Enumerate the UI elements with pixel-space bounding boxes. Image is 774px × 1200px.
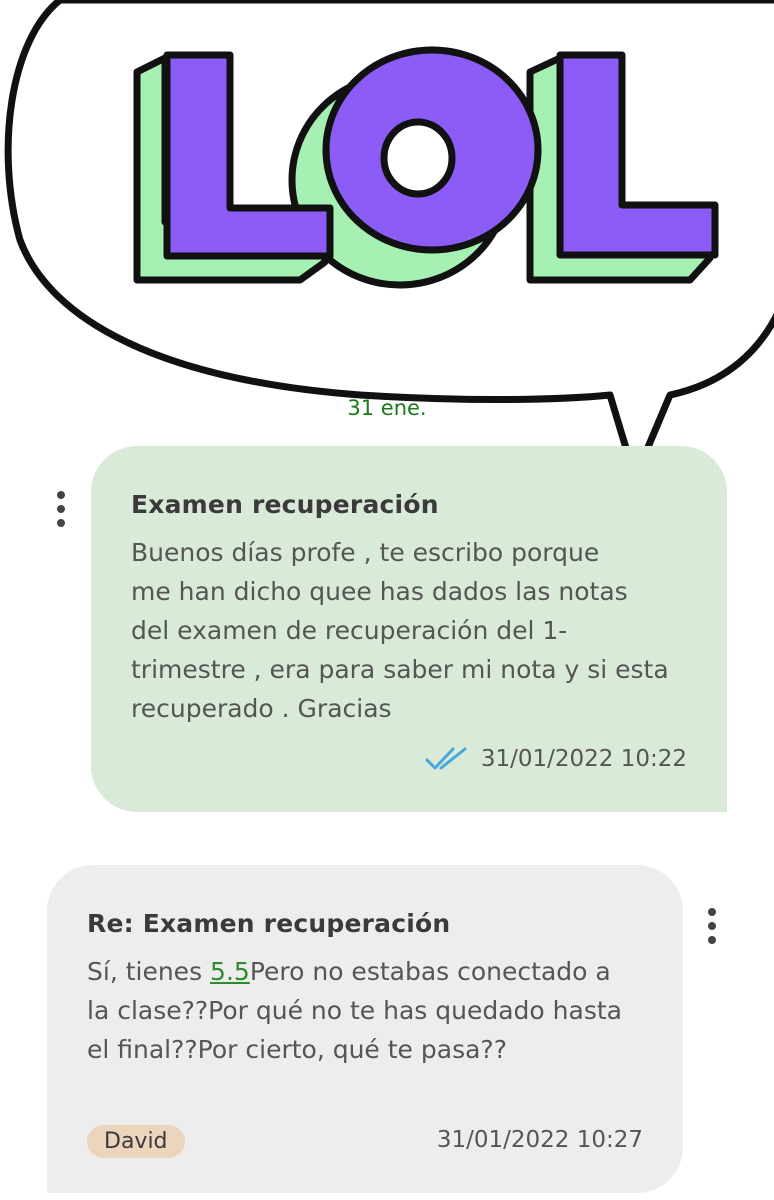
lol-sticker bbox=[4, 0, 774, 482]
message-timestamp: 31/01/2022 10:22 bbox=[480, 746, 687, 772]
message-body: Sí, tienes 5.5Pero no estabas conectado … bbox=[87, 952, 643, 1069]
grade-link[interactable]: 5.5 bbox=[210, 957, 250, 986]
author-chip[interactable]: David bbox=[87, 1125, 185, 1158]
message-body: Buenos días profe , te escribo porque me… bbox=[131, 538, 669, 723]
date-separator: 31 ene. bbox=[347, 396, 427, 420]
more-vertical-icon[interactable] bbox=[705, 908, 719, 944]
double-check-icon bbox=[425, 747, 467, 770]
message-meta: 31/01/2022 10:22 bbox=[425, 746, 687, 772]
more-vertical-icon[interactable] bbox=[54, 491, 68, 527]
message-timestamp: 31/01/2022 10:27 bbox=[436, 1127, 643, 1153]
message-subject: Re: Examen recuperación bbox=[87, 909, 451, 938]
sent-message-bubble[interactable]: Examen recuperación Buenos días profe , … bbox=[91, 446, 727, 812]
received-message-bubble[interactable]: Re: Examen recuperación Sí, tienes 5.5Pe… bbox=[47, 865, 683, 1193]
message-body-prefix: Sí, tienes bbox=[87, 957, 211, 986]
message-subject: Examen recuperación bbox=[131, 490, 439, 519]
